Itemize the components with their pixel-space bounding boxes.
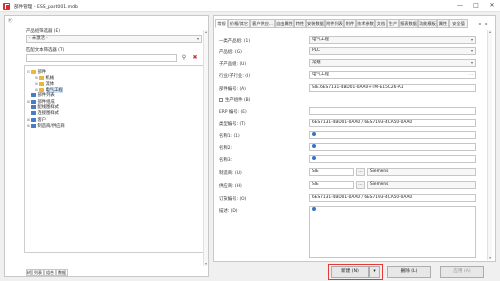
name3-label: 名称3: bbox=[219, 158, 233, 163]
folder-icon bbox=[39, 82, 44, 86]
order-number-label: 订货编号: (O) bbox=[219, 197, 247, 202]
tab-scroll-left-icon[interactable]: ◂ bbox=[476, 19, 483, 28]
title-bar: 部件管理 - ESS_part001.mdb — □ ✕ bbox=[0, 0, 500, 12]
globe-icon bbox=[312, 144, 316, 148]
tab-features[interactable]: 特性 bbox=[294, 19, 306, 28]
product-group-label: 产品组: (G) bbox=[219, 50, 242, 55]
part-tree: ⊟ 部件 ⊞ 机械 ⊞ 流体 ⊞ 电气工程 部件列表 ⊞ 部件组成 配线图样式 连接图样式… bbox=[24, 65, 204, 253]
globe-icon bbox=[312, 156, 316, 160]
tab-free-properties[interactable]: 自由属性 bbox=[275, 19, 294, 28]
globe-icon bbox=[312, 207, 316, 211]
name3-field[interactable] bbox=[309, 155, 476, 163]
scroll-down-icon[interactable]: ▾ bbox=[204, 262, 208, 266]
product-group-filter-select[interactable]: - 未激活 - ▾ bbox=[26, 35, 202, 43]
sub-product-group-label: 子产品组: (U) bbox=[219, 62, 247, 67]
industry-field[interactable]: 电气工程… bbox=[309, 71, 476, 79]
name2-label: 名称2: bbox=[219, 146, 233, 151]
style-icon bbox=[31, 105, 36, 109]
industry-label: 行业/子行业: (I) bbox=[219, 74, 251, 79]
tab-safety-values[interactable]: 安全值 bbox=[449, 19, 468, 28]
sub-product-group-select[interactable]: 常规 ▾ bbox=[309, 59, 476, 67]
folder-icon bbox=[31, 70, 36, 74]
top-product-group-select[interactable]: 电气工程 ▾ bbox=[309, 36, 476, 44]
more-icon[interactable]: … bbox=[467, 72, 475, 78]
name1-label: 名称1: (1) bbox=[219, 134, 240, 139]
chevron-down-icon: ▾ bbox=[196, 36, 199, 41]
product-group-select[interactable]: PLC ▾ bbox=[309, 47, 476, 55]
tab-tech-params[interactable]: 技术参数 bbox=[356, 19, 375, 28]
tab-report-data[interactable]: 报表数据 bbox=[399, 19, 418, 28]
manufacturer-name: Siemens bbox=[367, 168, 476, 176]
list-icon bbox=[31, 93, 36, 97]
supplier-browse-button[interactable]: … bbox=[356, 181, 365, 189]
top-product-group-label: 一类产品组: (1) bbox=[219, 39, 251, 44]
erp-number-field[interactable] bbox=[309, 107, 476, 115]
tab-properties[interactable]: 属性 bbox=[437, 19, 449, 28]
product-group-filter-value: - 未激活 - bbox=[29, 36, 48, 41]
folder-icon bbox=[39, 76, 44, 80]
tab-combination[interactable]: 组合 bbox=[44, 269, 56, 276]
tab-general[interactable]: 常规 bbox=[215, 19, 228, 28]
style-icon bbox=[31, 111, 36, 115]
chevron-down-icon: ▾ bbox=[470, 37, 473, 42]
scroll-up-icon[interactable]: ▴ bbox=[488, 30, 492, 34]
tab-price[interactable]: 价格/其它 bbox=[228, 19, 250, 28]
folder-icon bbox=[39, 88, 44, 92]
scroll-down-icon[interactable]: ▾ bbox=[488, 256, 492, 260]
customer-icon bbox=[31, 118, 36, 122]
tab-accessory-list[interactable]: 附件列表 bbox=[325, 19, 344, 28]
close-button[interactable]: ✕ bbox=[484, 0, 500, 12]
assembly-checkbox[interactable] bbox=[219, 98, 223, 102]
window-title: 部件管理 - ESS_part001.mdb bbox=[14, 4, 78, 10]
tab-data[interactable]: 数据 bbox=[56, 269, 68, 276]
tab-documents[interactable]: 文档 bbox=[375, 19, 387, 28]
tab-production[interactable]: 生产 bbox=[387, 19, 399, 28]
filter-clear-icon[interactable]: ✖ bbox=[191, 54, 199, 62]
type-number-label: 类型编号: (T) bbox=[219, 122, 246, 127]
part-number-label: 部件编号: (A) bbox=[219, 87, 246, 92]
tree-item-manufacturers[interactable]: ⊞ 制造商/供应商 bbox=[27, 123, 65, 129]
apply-button[interactable]: 应用 (A) bbox=[440, 266, 484, 278]
right-scrollbar[interactable]: ▴ ▾ bbox=[487, 30, 492, 260]
product-group-filter-label: 产品组筛选器 (E) bbox=[26, 29, 60, 34]
assembly-label: 生产组件 (B) bbox=[225, 98, 251, 103]
globe-icon bbox=[312, 132, 316, 136]
maximize-button[interactable]: □ bbox=[468, 0, 484, 12]
description-field[interactable] bbox=[309, 206, 476, 258]
tab-accessories[interactable]: 附件 bbox=[344, 19, 356, 28]
tab-mounting[interactable]: 安装数据 bbox=[306, 19, 325, 28]
erp-number-label: ERP 编号: (E) bbox=[219, 110, 247, 115]
filter-search-icon[interactable]: ⚲ bbox=[180, 54, 188, 62]
supplier-name: Siemens bbox=[367, 181, 476, 189]
tab-scroll-right-icon[interactable]: ▸ bbox=[483, 19, 490, 28]
property-tabs: 常规 价格/其它 客户供应... 自由属性 特性 安装数据 附件列表 附件 技术… bbox=[215, 19, 475, 28]
app-icon bbox=[3, 2, 10, 10]
manufacturer-browse-button[interactable]: … bbox=[356, 168, 365, 176]
filter-header: Ⓕ bbox=[8, 19, 13, 24]
text-filter-label: 匹配文本筛选器 (T) bbox=[26, 48, 65, 53]
text-filter-input[interactable] bbox=[26, 54, 177, 62]
supplier-label: 供应商: (H) bbox=[219, 184, 242, 189]
new-button-highlight bbox=[328, 264, 383, 280]
assembly-icon bbox=[31, 100, 36, 104]
delete-button[interactable]: 删除 (L) bbox=[387, 266, 431, 278]
manufacturer-icon bbox=[31, 124, 36, 128]
part-number-field[interactable]: SIE.6ES7131-4BD01-0AA0+TM-E15C26-A1 bbox=[309, 84, 476, 92]
tab-function-template[interactable]: 功能模板 bbox=[418, 19, 437, 28]
minimize-button[interactable]: — bbox=[452, 0, 468, 12]
tab-customer-supplier[interactable]: 客户供应... bbox=[250, 19, 275, 28]
order-number-field[interactable]: 6ES7131-4BD01-0AA0 / 6ES7193-4CA50-0AA0 bbox=[309, 194, 476, 202]
tab-list[interactable]: 列表 bbox=[32, 269, 44, 276]
name2-field[interactable] bbox=[309, 143, 476, 151]
chevron-down-icon: ▾ bbox=[470, 60, 473, 65]
description-label: 描述: (D) bbox=[219, 209, 238, 214]
left-scrollbar[interactable]: ▴ ▾ bbox=[203, 30, 208, 266]
manufacturer-label: 制造商: (U) bbox=[219, 171, 242, 176]
type-number-field[interactable]: 6ES7131-4BD01-0AA0 / 6ES7193-4CA50-0AA0 bbox=[309, 119, 476, 127]
supplier-code-field[interactable]: SIE bbox=[309, 181, 354, 189]
manufacturer-code-field[interactable]: SIE bbox=[309, 168, 354, 176]
scroll-up-icon[interactable]: ▴ bbox=[204, 30, 208, 34]
chevron-down-icon: ▾ bbox=[470, 48, 473, 53]
name1-field[interactable] bbox=[309, 131, 476, 139]
